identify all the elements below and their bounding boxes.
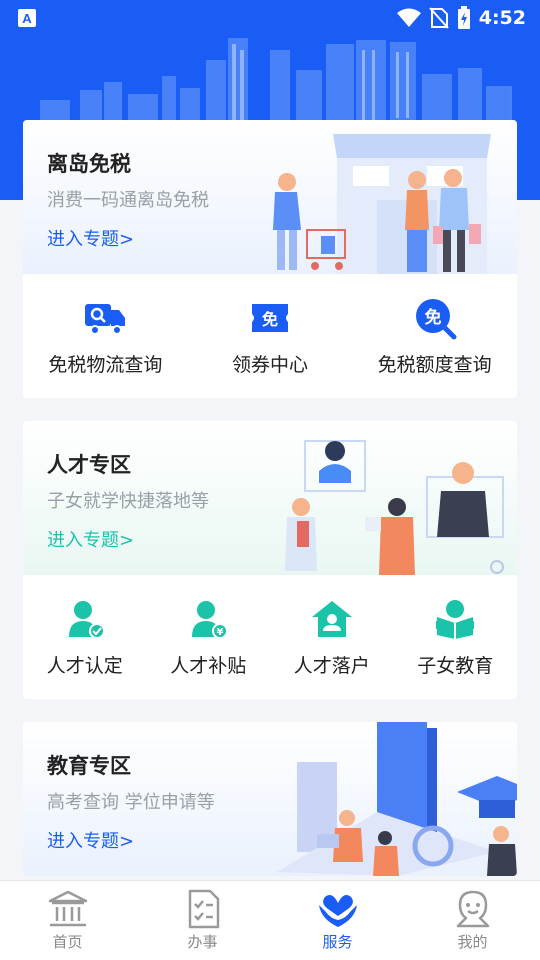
tab-label: 办事 bbox=[187, 933, 218, 951]
no-sim-icon bbox=[428, 7, 449, 29]
truck-search-icon bbox=[85, 303, 126, 335]
feature-label: 人才补贴 bbox=[170, 654, 247, 677]
feature-label: 免税物流查询 bbox=[48, 353, 163, 376]
talent-features: 人才认定 ¥ 人才补贴 人才落户 子女教育 bbox=[23, 575, 517, 699]
tax-free-quota-query-button[interactable]: 免 免税额度查询 bbox=[352, 296, 517, 377]
bank-icon bbox=[48, 890, 87, 927]
svg-text:免: 免 bbox=[424, 307, 441, 328]
person-check-icon bbox=[68, 600, 105, 639]
city-skyline-illustration bbox=[40, 38, 512, 130]
feature-label: 人才落户 bbox=[293, 654, 370, 677]
tab-label: 我的 bbox=[457, 933, 488, 951]
talent-settlement-button[interactable]: 人才落户 bbox=[270, 597, 394, 678]
card-subtitle: 子女就学快捷落地等 bbox=[47, 491, 209, 512]
child-book-icon bbox=[436, 599, 475, 639]
tab-mine[interactable]: 我的 bbox=[405, 881, 540, 960]
education-card: 教育专区 高考查询 学位申请等 进入专题> bbox=[23, 722, 517, 876]
card-subtitle: 消费一码通离岛免税 bbox=[47, 190, 209, 211]
svg-text:¥: ¥ bbox=[217, 627, 224, 638]
heart-hands-icon bbox=[318, 895, 357, 927]
checklist-icon bbox=[188, 889, 219, 929]
education-illustration bbox=[277, 722, 517, 876]
enter-topic-link[interactable]: 进入专题> bbox=[47, 225, 134, 251]
battery-charging-icon bbox=[457, 6, 470, 29]
person-yen-icon: ¥ bbox=[192, 600, 229, 639]
feature-label: 领券中心 bbox=[232, 353, 309, 376]
svg-text:免: 免 bbox=[262, 310, 278, 329]
bottom-tab-bar: 首页 办事 服务 我的 bbox=[0, 880, 540, 960]
user-icon bbox=[456, 890, 489, 928]
card-subtitle: 高考查询 学位申请等 bbox=[47, 792, 215, 813]
talent-subsidy-button[interactable]: ¥ 人才补贴 bbox=[147, 597, 271, 678]
wifi-icon bbox=[396, 8, 421, 27]
status-time: 4:52 bbox=[478, 7, 526, 29]
child-education-button[interactable]: 子女教育 bbox=[394, 597, 518, 678]
talent-banner[interactable]: 人才专区 子女就学快捷落地等 进入专题> bbox=[23, 421, 517, 575]
tab-label: 首页 bbox=[52, 933, 83, 951]
talent-card: 人才专区 子女就学快捷落地等 进入专题> 人才认定 ¥ 人才补贴 人才落户 子女… bbox=[23, 421, 517, 699]
feature-label: 免税额度查询 bbox=[377, 353, 492, 376]
coupon-icon: 免 bbox=[252, 303, 288, 332]
duty-free-features: 免税物流查询 免 领券中心 免 免税额度查询 bbox=[23, 274, 517, 398]
enter-topic-link[interactable]: 进入专题> bbox=[47, 827, 134, 853]
duty-free-banner[interactable]: 离岛免税 消费一码通离岛免税 进入专题> bbox=[23, 120, 517, 274]
tab-affairs[interactable]: 办事 bbox=[135, 881, 270, 960]
quota-search-icon: 免 bbox=[415, 298, 457, 339]
card-title: 离岛免税 bbox=[47, 152, 131, 176]
tab-services[interactable]: 服务 bbox=[270, 881, 405, 960]
shopping-illustration bbox=[273, 134, 491, 274]
tab-label: 服务 bbox=[322, 933, 353, 951]
duty-free-card: 离岛免税 消费一码通离岛免税 进入专题> 免税物流查询 免 领券中心 免 免税额… bbox=[23, 120, 517, 398]
talent-certification-button[interactable]: 人才认定 bbox=[23, 597, 147, 678]
app-notification-icon: A bbox=[18, 9, 36, 27]
feature-label: 人才认定 bbox=[46, 654, 123, 677]
enter-topic-link[interactable]: 进入专题> bbox=[47, 526, 134, 552]
coupon-center-button[interactable]: 免 领券中心 bbox=[188, 296, 353, 377]
card-title: 人才专区 bbox=[47, 453, 131, 477]
feature-label: 子女教育 bbox=[417, 654, 494, 677]
svg-text:A: A bbox=[22, 11, 32, 26]
house-person-icon bbox=[311, 600, 352, 637]
talent-illustration bbox=[285, 440, 504, 575]
status-bar: A 4:52 bbox=[0, 0, 540, 36]
education-banner[interactable]: 教育专区 高考查询 学位申请等 进入专题> bbox=[23, 722, 517, 876]
card-title: 教育专区 bbox=[47, 754, 131, 778]
tab-home[interactable]: 首页 bbox=[0, 881, 135, 960]
tax-free-logistics-query-button[interactable]: 免税物流查询 bbox=[23, 296, 188, 377]
